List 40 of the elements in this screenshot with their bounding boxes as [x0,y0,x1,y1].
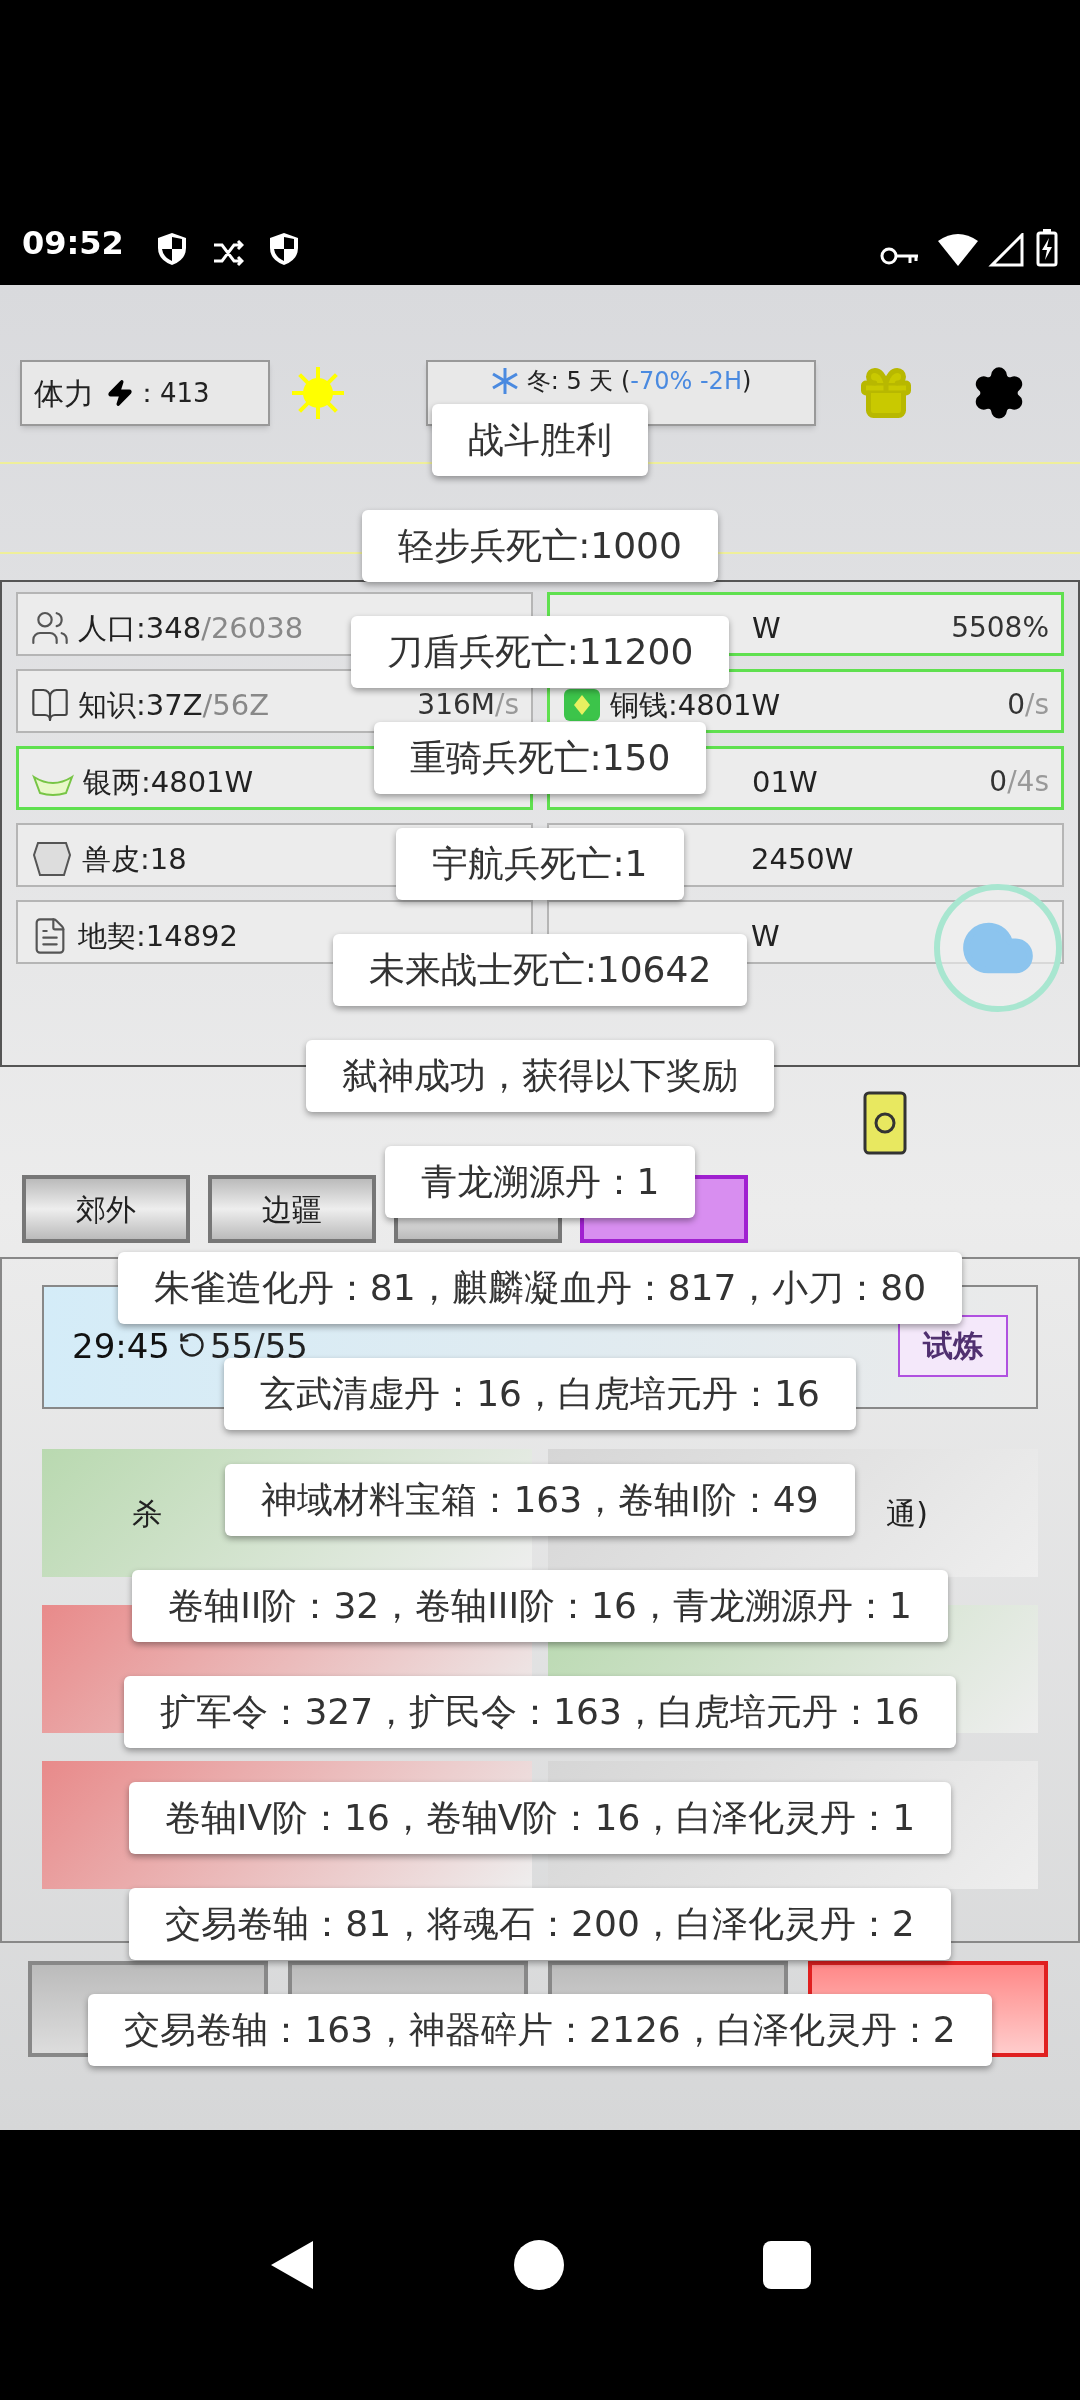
resource-label: 铜钱:4801W [610,690,781,720]
reward-toast: 轻步兵死亡:1000 [362,510,718,582]
resource-label: 地契:14892 [78,921,239,951]
stamina-value: ：413 [134,376,210,410]
reward-toast: 卷轴II阶：32，卷轴III阶：16，青龙溯源丹：1 [132,1570,948,1642]
status-time: 09:52 [22,223,124,264]
reward-toast: 卷轴IV阶：16，卷轴V阶：16，白泽化灵丹：1 [128,1782,952,1854]
resource-label: 2450W [751,844,854,874]
reward-toast: 交易卷轴：163，神器碎片：2126，白泽化灵丹：2 [88,1994,992,2066]
resource-label: W [752,613,781,643]
reward-toast: 刀盾兵死亡:11200 [350,616,730,688]
boss-attempts: 55/55 [210,1331,308,1361]
reward-toast: 朱雀造化丹：81，麒麟凝血丹：817，小刀：80 [117,1252,963,1324]
resource-label: 人口:348 [78,613,202,643]
resource-label: 银两:4801W [83,767,254,797]
boss-name: 杀 [132,1494,162,1533]
reward-toast: 战斗胜利 [432,404,648,476]
reward-toast: 神域材料宝箱：163，卷轴I阶：49 [225,1464,855,1536]
resource-label: 知识:37Z [78,690,203,720]
resource-rate: 316M/s [417,690,519,720]
reward-toast: 弑神成功，获得以下奖励 [306,1040,774,1112]
reward-toast: 玄武清虚丹：16，白虎培元丹：16 [224,1358,856,1430]
reward-toast: 交易卷轴：81，将魂石：200，白泽化灵丹：2 [129,1888,951,1960]
reward-toast: 青龙溯源丹：1 [384,1146,696,1218]
resource-label: 兽皮:18 [82,844,187,874]
boss-name: 通) [886,1494,928,1533]
reward-toast: 宇航兵死亡:1 [396,828,684,900]
reward-toast: 重骑兵死亡:150 [373,722,707,794]
reward-toast: 未来战士死亡:10642 [332,934,748,1006]
resource-rate: 0/s [1007,690,1049,720]
resource-rate: 0/4s [989,767,1049,797]
season-text: 冬: 5 天 (-70% -2H) [526,366,752,397]
stamina-label: 体力 [34,374,94,413]
resource-label: 01W [752,767,818,797]
resource-max: /56Z [202,690,270,720]
resource-rate: 5508% [951,613,1049,643]
resource-max: /26038 [201,613,304,643]
reward-toast: 扩军令：327，扩民令：163，白虎培元丹：16 [124,1676,956,1748]
resource-label: W [751,921,780,951]
boss-timer: 29:45 [72,1331,170,1361]
